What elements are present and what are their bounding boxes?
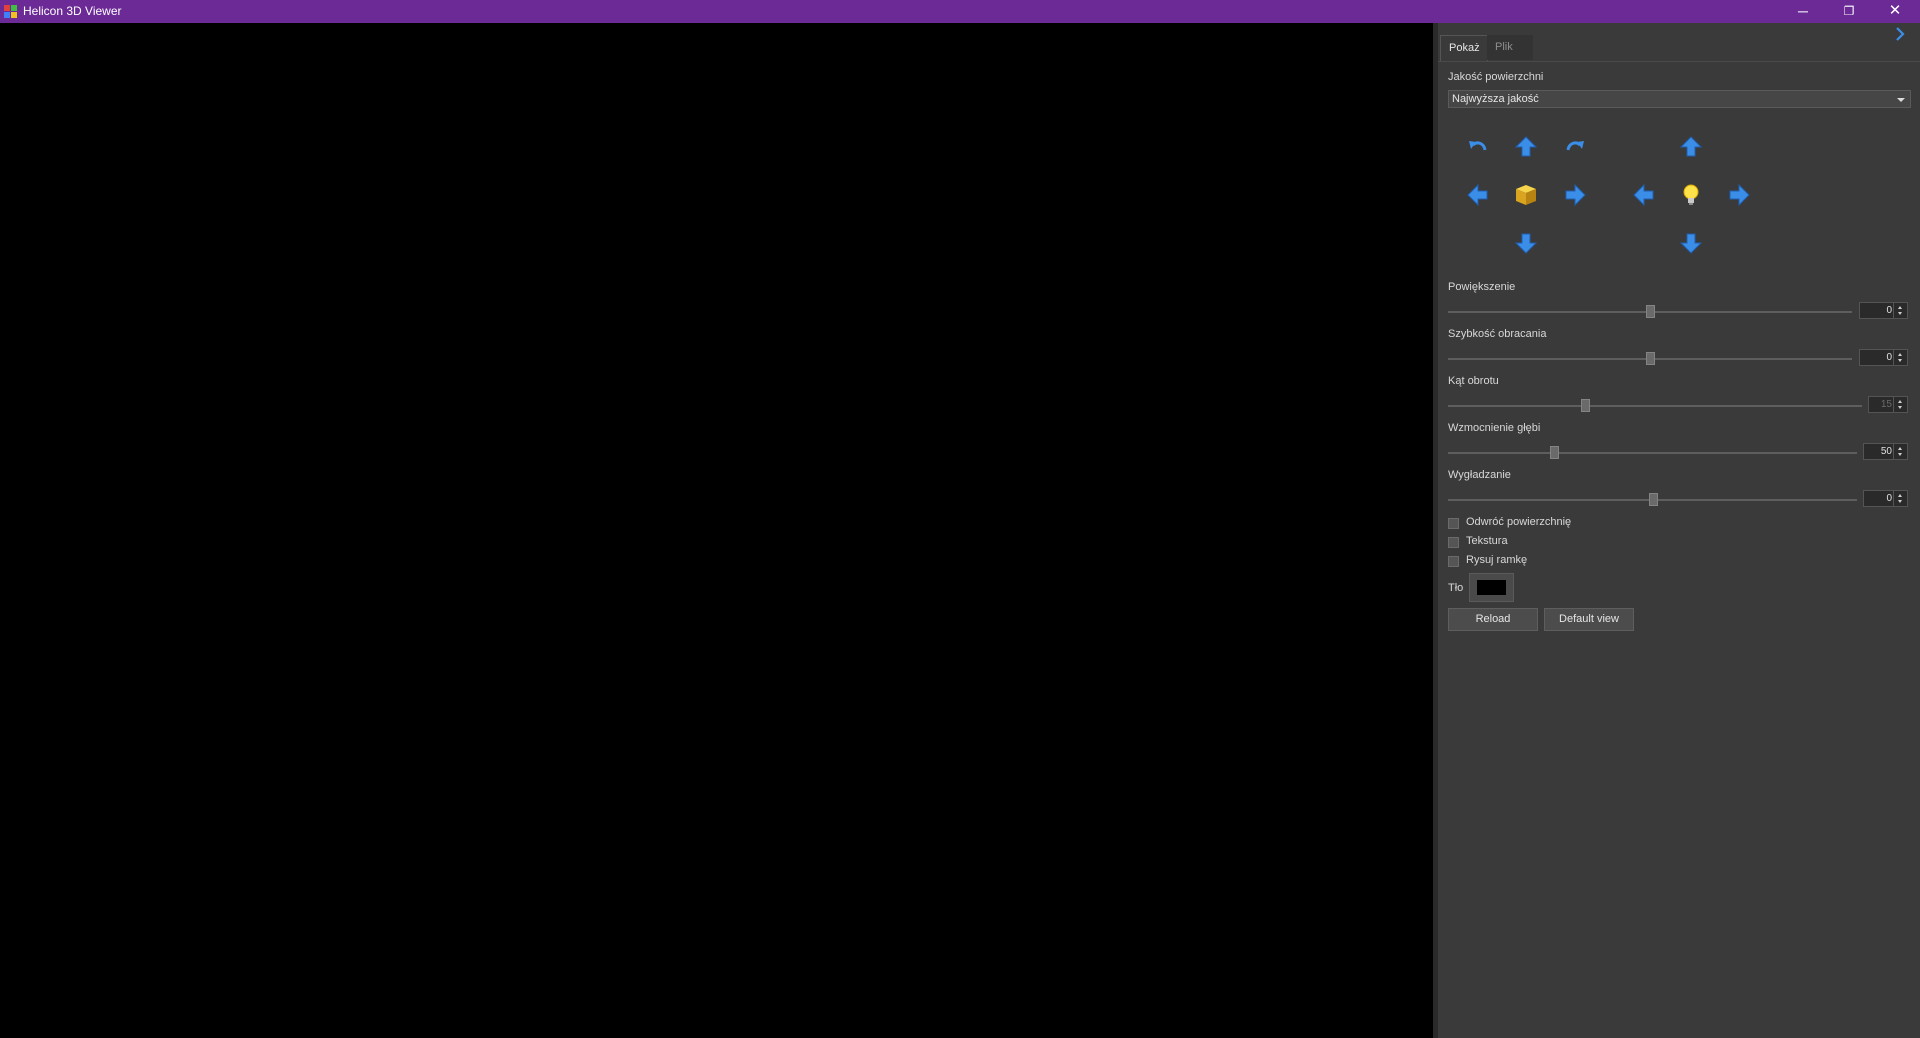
- arrow-left-icon: [1633, 183, 1654, 207]
- background-color-button[interactable]: [1469, 573, 1514, 602]
- smoothing-label: Wygładzanie: [1448, 469, 1511, 481]
- rotate-left-button[interactable]: [1466, 135, 1490, 159]
- spin-arrows[interactable]: [1893, 303, 1907, 318]
- light-up-button[interactable]: [1679, 135, 1703, 159]
- quality-selected-value: Najwyższa jakość: [1452, 93, 1539, 105]
- depth-gain-spinbox[interactable]: 50: [1863, 443, 1908, 460]
- zoom-value: 0: [1886, 305, 1892, 316]
- background-color-swatch: [1477, 580, 1506, 595]
- minimize-button[interactable]: ─: [1780, 0, 1826, 23]
- restore-button[interactable]: ❐: [1826, 0, 1872, 23]
- quality-dropdown[interactable]: Najwyższa jakość: [1448, 90, 1911, 108]
- light-left-button[interactable]: [1632, 183, 1656, 207]
- zoom-slider-handle[interactable]: [1646, 305, 1655, 318]
- spin-arrows[interactable]: [1893, 491, 1907, 506]
- model-down-button[interactable]: [1514, 231, 1538, 255]
- depth-gain-slider-track[interactable]: [1448, 452, 1857, 454]
- rotate-right-icon: [1566, 141, 1584, 151]
- depth-gain-label: Wzmocnienie głębi: [1448, 422, 1541, 434]
- 3d-viewport[interactable]: [0, 23, 1433, 1038]
- spin-arrows[interactable]: [1893, 397, 1907, 412]
- zoom-label: Powiększenie: [1448, 281, 1516, 293]
- invert-surface-label: Odwróć powierzchnię: [1466, 516, 1572, 528]
- cube-icon: [1516, 185, 1536, 205]
- background-label: Tło: [1448, 582, 1464, 594]
- arrow-left-icon: [1467, 183, 1488, 207]
- model-up-button[interactable]: [1514, 135, 1538, 159]
- reload-button[interactable]: Reload: [1448, 608, 1538, 631]
- rotation-speed-spinbox[interactable]: 0: [1859, 349, 1908, 366]
- light-bulb-icon: [1683, 184, 1699, 205]
- depth-gain-value: 50: [1880, 446, 1892, 457]
- arrow-right-icon: [1729, 183, 1750, 207]
- close-button[interactable]: ✕: [1872, 0, 1918, 23]
- rotation-angle-slider-handle[interactable]: [1580, 399, 1590, 412]
- smoothing-value: 0: [1886, 493, 1892, 504]
- tab-plik[interactable]: Plik: [1487, 35, 1533, 60]
- model-right-button[interactable]: [1563, 183, 1587, 207]
- rotation-speed-slider-handle[interactable]: [1646, 352, 1655, 365]
- title-bar: Helicon 3D Viewer ─ ❐ ✕: [0, 0, 1920, 23]
- light-down-button[interactable]: [1679, 231, 1703, 255]
- arrow-down-icon: [1514, 233, 1538, 254]
- draw-frame-checkbox[interactable]: [1448, 556, 1459, 567]
- invert-surface-checkbox[interactable]: [1448, 518, 1459, 529]
- collapse-panel-icon[interactable]: [1893, 25, 1907, 43]
- rotation-angle-label: Kąt obrotu: [1448, 375, 1499, 387]
- arrow-down-icon: [1679, 233, 1703, 254]
- default-view-button[interactable]: Default view: [1544, 608, 1634, 631]
- zoom-spinbox[interactable]: 0: [1859, 302, 1908, 319]
- rotation-speed-value: 0: [1886, 352, 1892, 363]
- arrow-up-icon: [1679, 136, 1703, 157]
- tab-pokaz[interactable]: Pokaż: [1440, 35, 1488, 61]
- settings-panel: [1433, 23, 1920, 1038]
- arrow-up-icon: [1514, 136, 1538, 157]
- light-reset-button[interactable]: [1679, 183, 1703, 207]
- draw-frame-label: Rysuj ramkę: [1466, 554, 1528, 566]
- rotation-angle-spinbox[interactable]: 15: [1868, 396, 1908, 413]
- rotate-left-icon: [1469, 141, 1487, 151]
- light-right-button[interactable]: [1727, 183, 1751, 207]
- spin-arrows[interactable]: [1893, 350, 1907, 365]
- quality-label: Jakość powierzchni: [1448, 71, 1544, 83]
- reset-model-button[interactable]: [1514, 183, 1538, 207]
- tab-divider: [1438, 61, 1920, 62]
- depth-gain-slider-handle[interactable]: [1550, 446, 1560, 459]
- rotation-angle-value: 15: [1880, 399, 1892, 410]
- panel-splitter[interactable]: [1433, 23, 1438, 1038]
- model-left-button[interactable]: [1466, 183, 1490, 207]
- rotation-angle-slider-track[interactable]: [1448, 405, 1862, 407]
- texture-checkbox[interactable]: [1448, 537, 1459, 548]
- rotation-speed-label: Szybkość obracania: [1448, 328, 1547, 340]
- texture-label: Tekstura: [1466, 535, 1508, 547]
- spin-arrows[interactable]: [1893, 444, 1907, 459]
- smoothing-spinbox[interactable]: 0: [1863, 490, 1908, 507]
- rotate-right-button[interactable]: [1563, 135, 1587, 159]
- window-title: Helicon 3D Viewer: [23, 4, 122, 18]
- arrow-right-icon: [1565, 183, 1586, 207]
- chevron-down-icon: [1897, 98, 1905, 102]
- smoothing-slider-handle[interactable]: [1648, 493, 1658, 506]
- app-logo-icon: [4, 5, 17, 18]
